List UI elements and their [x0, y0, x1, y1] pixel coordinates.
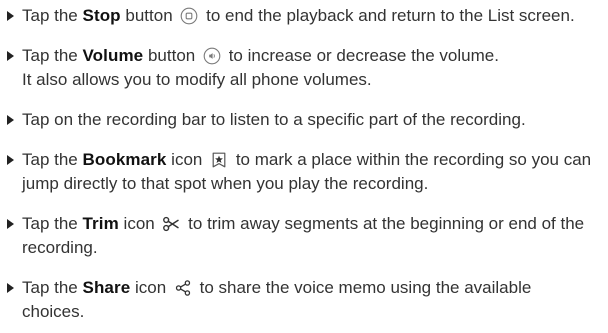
bullet-arrow-icon	[7, 115, 14, 125]
bullet-arrow-icon	[7, 11, 14, 21]
instruction-share: Tap the Share icon to share the voice me…	[4, 276, 596, 324]
document-page: Tap the Stop button to end the playback …	[0, 0, 608, 333]
instruction-bookmark: Tap the Bookmark icon to mark a place wi…	[4, 148, 596, 196]
keyword-trim: Trim	[82, 214, 119, 233]
bookmark-icon	[210, 151, 228, 169]
keyword-share: Share	[82, 278, 131, 297]
bullet-arrow-icon	[7, 283, 14, 293]
keyword-volume: Volume	[82, 46, 144, 65]
stop-button-icon	[180, 7, 198, 25]
bullet-arrow-icon	[7, 155, 14, 165]
bullet-arrow-icon	[7, 219, 14, 229]
instruction-trim: Tap the Trim icon to trim away segments …	[4, 212, 596, 260]
share-icon	[174, 279, 192, 297]
volume-button-icon	[203, 47, 221, 65]
bullet-arrow-icon	[7, 51, 14, 61]
instruction-stop: Tap the Stop button to end the playback …	[4, 4, 596, 28]
scissors-icon	[162, 215, 180, 233]
instruction-list: Tap the Stop button to end the playback …	[4, 4, 596, 324]
instruction-volume: Tap the Volume button to increase or dec…	[4, 44, 596, 92]
instruction-recording-bar: Tap on the recording bar to listen to a …	[4, 108, 596, 132]
keyword-bookmark: Bookmark	[82, 150, 167, 169]
keyword-stop: Stop	[82, 6, 121, 25]
